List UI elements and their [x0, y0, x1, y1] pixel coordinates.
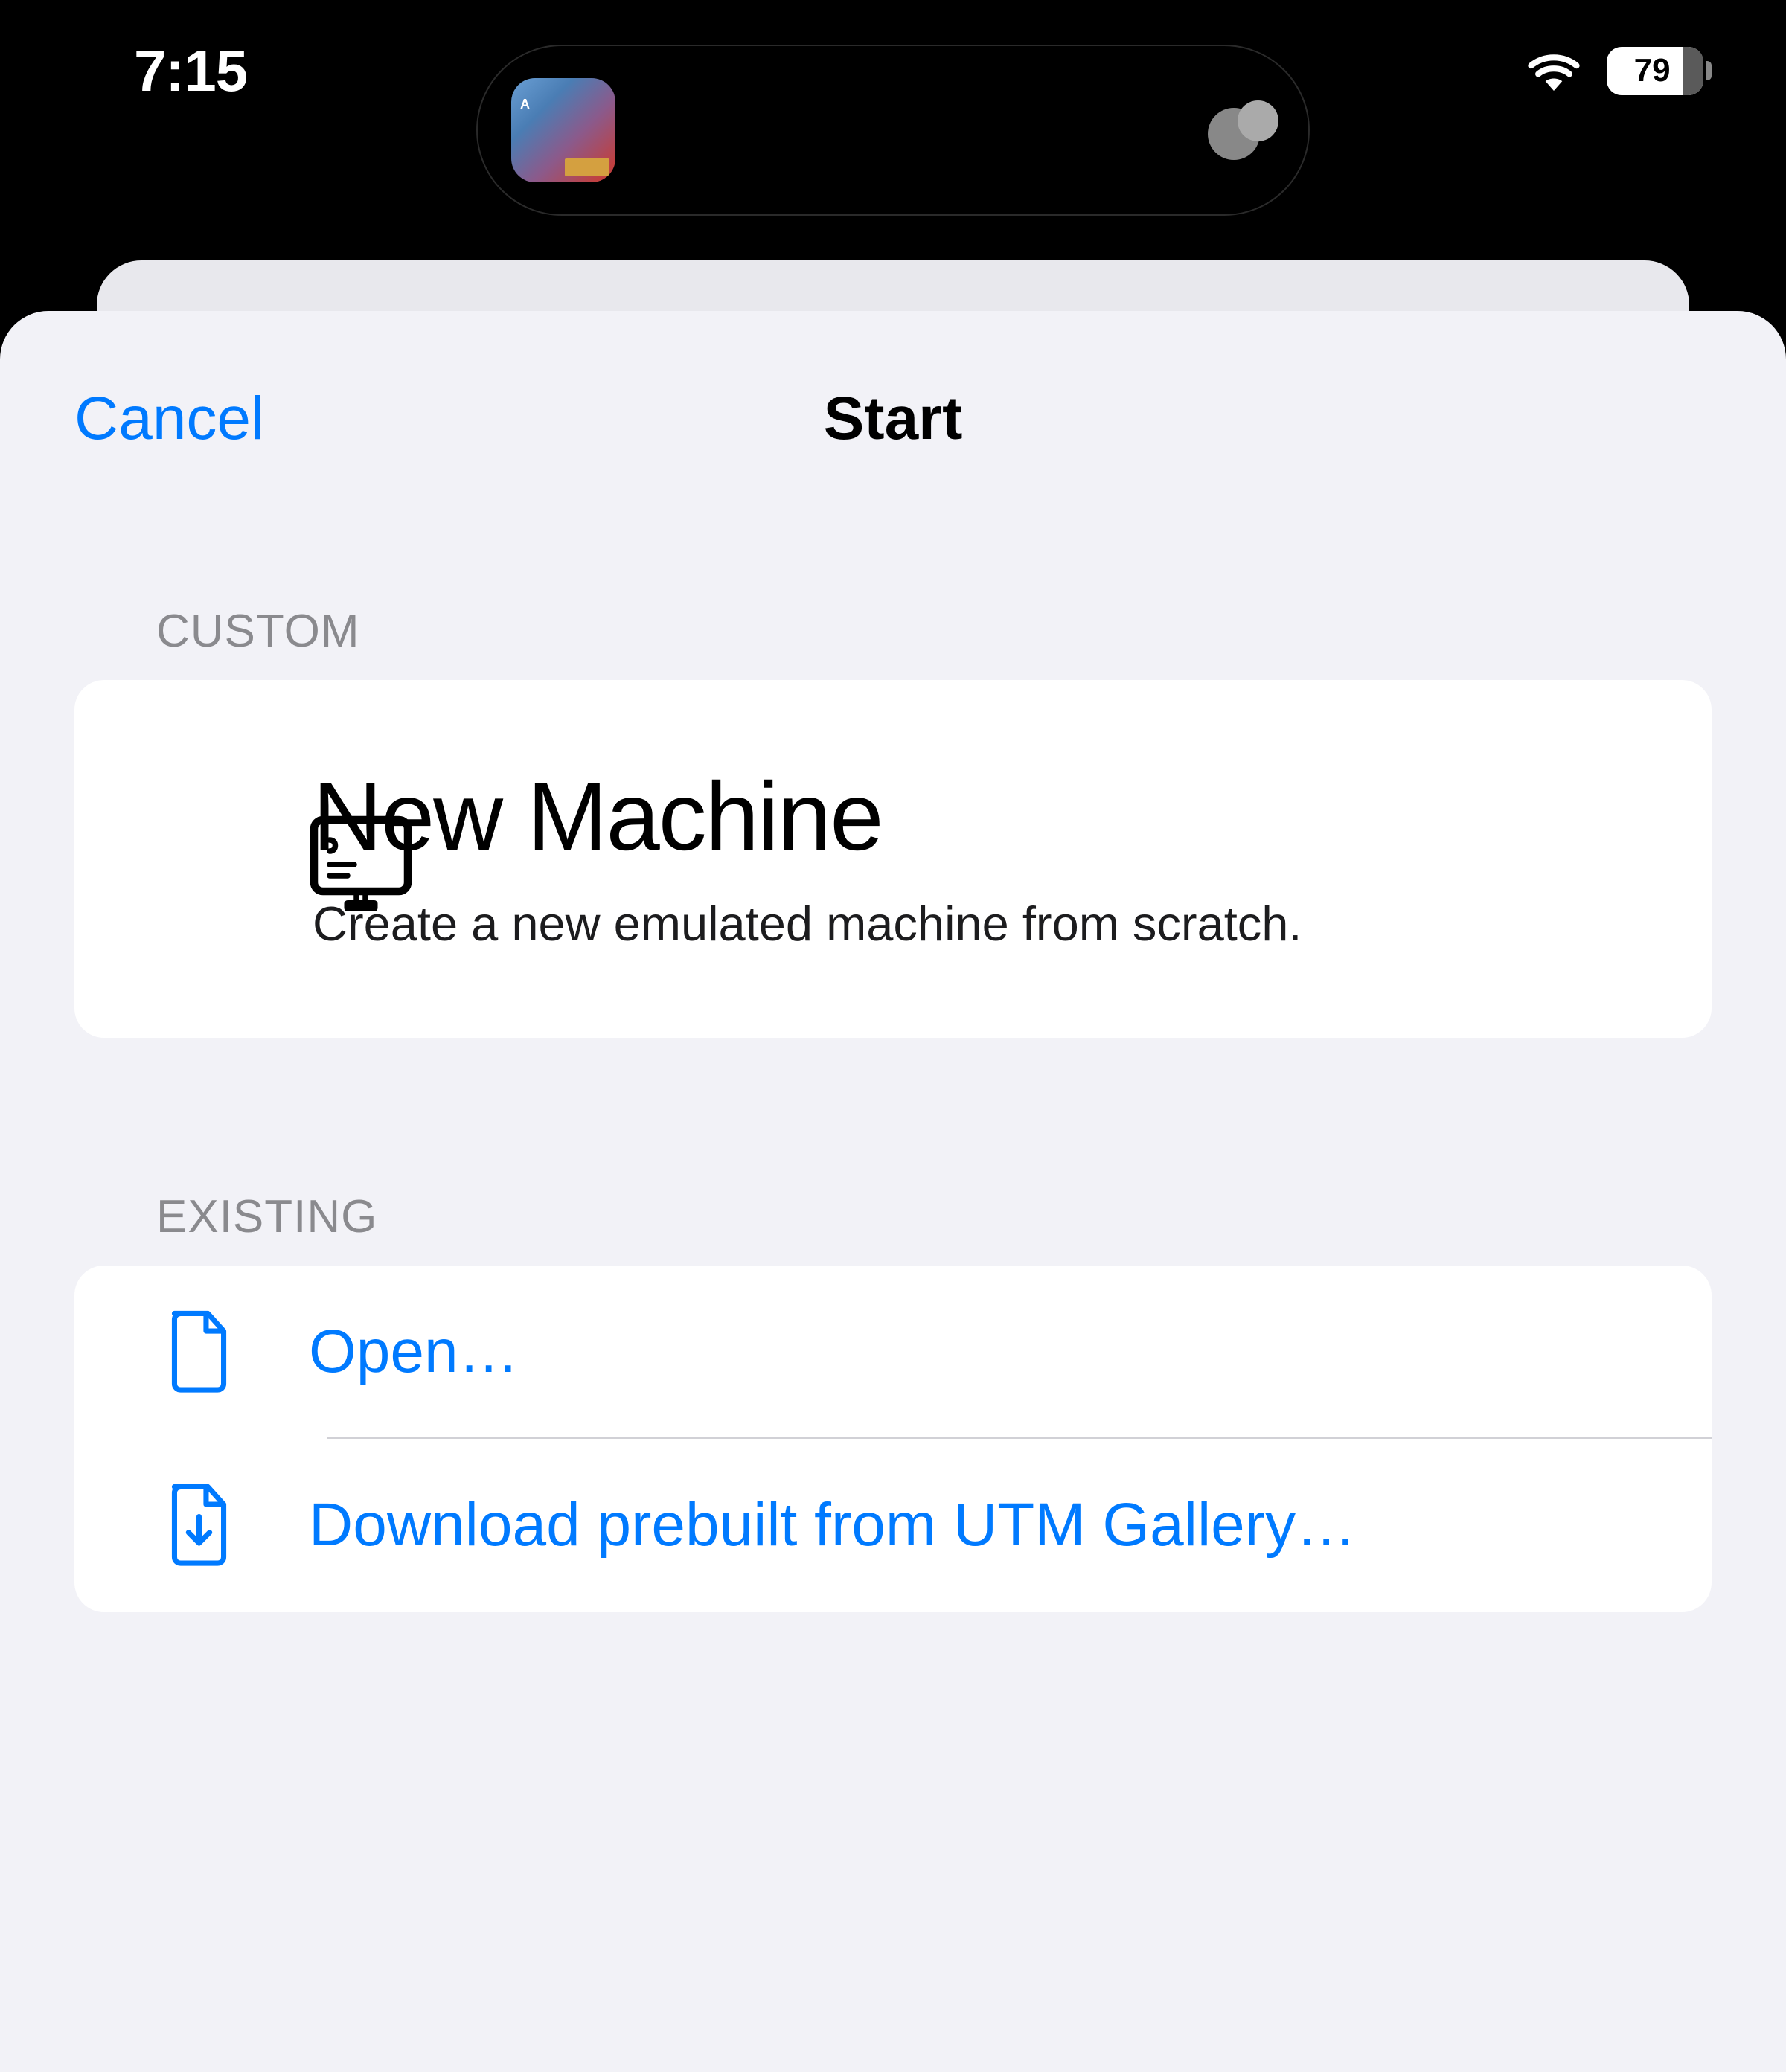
open-item[interactable]: Open…: [74, 1266, 1712, 1439]
cancel-button[interactable]: Cancel: [74, 384, 264, 454]
download-gallery-item[interactable]: Download prebuilt from UTM Gallery…: [74, 1439, 1712, 1612]
status-bar: 7:15 79: [0, 0, 1786, 260]
modal-sheet: Cancel Start CUSTOM New Machine Create a: [0, 311, 1786, 2072]
existing-section: EXISTING Open…: [0, 1190, 1786, 1612]
existing-list: Open… Download prebuilt from UTM Gallery…: [74, 1266, 1712, 1612]
now-playing-album-art: [511, 78, 615, 182]
custom-section-header: CUSTOM: [74, 605, 1712, 658]
status-indicators: 79: [1525, 47, 1712, 95]
download-document-icon: [164, 1480, 234, 1571]
modal-header: Cancel Start: [0, 371, 1786, 467]
custom-section: CUSTOM New Machine Create a new emulated…: [0, 605, 1786, 1038]
homepod-icon: [1208, 100, 1275, 160]
modal-title: Start: [824, 384, 963, 454]
battery-level: 79: [1634, 52, 1671, 89]
dynamic-island[interactable]: [476, 45, 1310, 216]
open-label: Open…: [309, 1317, 519, 1387]
document-icon: [164, 1306, 234, 1398]
download-gallery-label: Download prebuilt from UTM Gallery…: [309, 1490, 1357, 1560]
wifi-icon: [1525, 48, 1583, 94]
new-machine-card[interactable]: New Machine Create a new emulated machin…: [74, 680, 1712, 1038]
new-machine-subtitle: Create a new emulated machine from scrat…: [313, 893, 1302, 956]
new-machine-title: New Machine: [313, 760, 1302, 872]
status-time: 7:15: [74, 37, 247, 105]
battery-indicator: 79: [1607, 47, 1712, 95]
existing-section-header: EXISTING: [74, 1190, 1712, 1243]
terminal-icon: [305, 806, 417, 922]
